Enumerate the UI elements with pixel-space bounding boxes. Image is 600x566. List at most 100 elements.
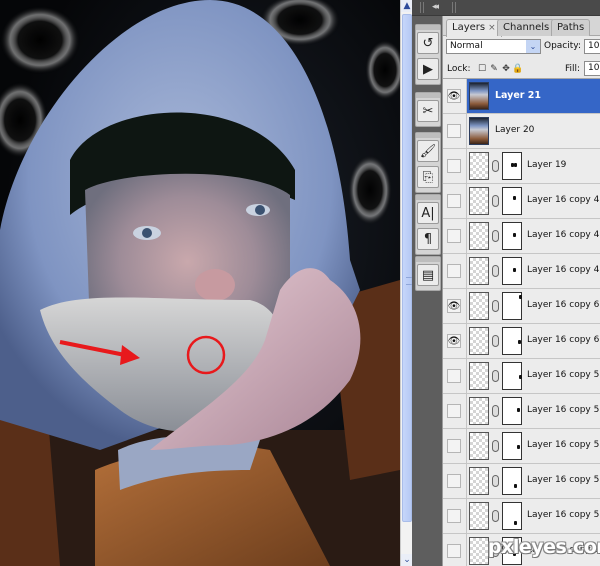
- visibility-toggle[interactable]: [447, 159, 461, 173]
- opacity-input[interactable]: 100%: [584, 39, 600, 54]
- tab-paths[interactable]: Paths: [551, 19, 591, 36]
- layer-mask-thumbnail[interactable]: [502, 327, 522, 355]
- mask-mark: [514, 484, 517, 488]
- layer-thumbnail: [469, 292, 489, 320]
- layer-row[interactable]: Layer 16 copy 57: [443, 429, 600, 464]
- lock-all-icon[interactable]: 🔒: [512, 64, 523, 74]
- chain-link-icon[interactable]: [492, 160, 499, 172]
- tool-group-brushes: 🖌 ⎘: [415, 132, 441, 193]
- tab-label: Channels: [503, 22, 550, 33]
- close-icon[interactable]: ×: [488, 23, 496, 33]
- visibility-toggle[interactable]: [447, 544, 461, 558]
- tool-presets-icon[interactable]: ✂: [417, 100, 439, 122]
- scroll-thumb[interactable]: [402, 14, 412, 522]
- chain-link-icon[interactable]: [492, 265, 499, 277]
- actions-play-icon[interactable]: ▶: [417, 58, 439, 80]
- layer-thumbnail: [469, 327, 489, 355]
- visibility-toggle[interactable]: [447, 124, 461, 138]
- tool-group-history: ↺ ▶: [415, 24, 441, 85]
- visibility-toggle[interactable]: [447, 369, 461, 383]
- visibility-toggle[interactable]: [447, 194, 461, 208]
- layer-name: Layer 16 copy 41: [527, 265, 600, 275]
- chain-link-icon[interactable]: [492, 475, 499, 487]
- portrait-photo: [0, 0, 400, 566]
- character-icon[interactable]: A|: [417, 202, 439, 224]
- chain-link-icon[interactable]: [492, 300, 499, 312]
- visibility-toggle[interactable]: [447, 229, 461, 243]
- layer-mask-thumbnail[interactable]: [502, 257, 522, 285]
- layer-mask-thumbnail[interactable]: [502, 467, 522, 495]
- visibility-toggle[interactable]: [447, 404, 461, 418]
- layer-row[interactable]: Layer 16 copy 42: [443, 219, 600, 254]
- layer-row[interactable]: Layer 16 copy 41: [443, 254, 600, 289]
- blend-mode-select[interactable]: Normal ⌄: [446, 39, 541, 54]
- layer-row[interactable]: 👁 Layer 16 copy 60: [443, 324, 600, 359]
- visibility-toggle[interactable]: [447, 439, 461, 453]
- document-vertical-scrollbar[interactable]: ▲ ⌄: [400, 0, 413, 566]
- panel-tabs: Layers × Channels Paths: [443, 16, 600, 37]
- mask-mark: [513, 196, 516, 200]
- tab-channels[interactable]: Channels: [497, 19, 556, 36]
- layer-comps-icon[interactable]: ▤: [417, 264, 439, 286]
- layer-name: Layer 16 copy 58: [527, 405, 600, 415]
- layer-name: Layer 21: [495, 90, 542, 101]
- layer-row[interactable]: Layer 19: [443, 149, 600, 184]
- layer-row[interactable]: 👁 Layer 21: [443, 79, 600, 114]
- clone-source-icon[interactable]: ⎘: [417, 166, 439, 188]
- chain-link-icon[interactable]: [492, 510, 499, 522]
- visibility-column: [443, 499, 467, 533]
- lock-position-icon[interactable]: ✥: [501, 64, 511, 74]
- layer-thumbnail: [469, 82, 489, 110]
- layer-name: Layer 16 copy 56: [527, 475, 600, 485]
- layer-row[interactable]: Layer 16 copy 56: [443, 464, 600, 499]
- brushes-icon[interactable]: 🖌: [417, 140, 439, 162]
- visibility-column: [443, 534, 467, 566]
- eye-icon[interactable]: 👁: [447, 89, 461, 103]
- tool-group-comps: ▤: [415, 256, 441, 291]
- collapse-panels-icon[interactable]: ◂◂: [432, 2, 439, 12]
- visibility-toggle[interactable]: [447, 509, 461, 523]
- chain-link-icon[interactable]: [492, 440, 499, 452]
- visibility-column: [443, 114, 467, 148]
- history-icon[interactable]: ↺: [417, 32, 439, 54]
- layer-mask-thumbnail[interactable]: [502, 152, 522, 180]
- tab-label: Layers: [452, 22, 486, 33]
- layer-name: Layer 16 copy 43: [527, 195, 600, 205]
- eye-icon[interactable]: 👁: [447, 334, 461, 348]
- chain-link-icon[interactable]: [492, 335, 499, 347]
- layer-mask-thumbnail[interactable]: [502, 362, 522, 390]
- chain-link-icon[interactable]: [492, 370, 499, 382]
- layer-mask-thumbnail[interactable]: [502, 187, 522, 215]
- visibility-toggle[interactable]: [447, 474, 461, 488]
- mask-mark: [517, 408, 520, 412]
- chain-link-icon[interactable]: [492, 405, 499, 417]
- layer-name: Layer 16 copy 59: [527, 370, 600, 380]
- layers-list[interactable]: 👁 Layer 21 Layer 20 Layer 19 Layer 16 copy 4…: [443, 78, 600, 566]
- layer-row[interactable]: 👁 Layer 16 copy 61: [443, 289, 600, 324]
- layer-row[interactable]: Layer 16 copy 55: [443, 499, 600, 534]
- visibility-column: [443, 184, 467, 218]
- layer-mask-thumbnail[interactable]: [502, 292, 522, 320]
- tab-layers[interactable]: Layers ×: [446, 19, 502, 37]
- layer-row[interactable]: Layer 16 copy 43: [443, 184, 600, 219]
- layer-mask-thumbnail[interactable]: [502, 222, 522, 250]
- fill-input[interactable]: 100%: [584, 61, 600, 76]
- layer-mask-thumbnail[interactable]: [502, 432, 522, 460]
- dock-handle[interactable]: [420, 2, 424, 13]
- visibility-column: [443, 429, 467, 463]
- layer-mask-thumbnail[interactable]: [502, 397, 522, 425]
- layer-row[interactable]: Layer 20: [443, 114, 600, 149]
- chain-link-icon[interactable]: [492, 195, 499, 207]
- visibility-toggle[interactable]: [447, 264, 461, 278]
- layer-row[interactable]: Layer 16 copy 58: [443, 394, 600, 429]
- layer-row[interactable]: Layer 16 copy 59: [443, 359, 600, 394]
- lock-transparency-icon[interactable]: ☐: [477, 64, 487, 74]
- lock-image-icon[interactable]: ✎: [489, 64, 499, 74]
- document-canvas[interactable]: [0, 0, 400, 566]
- chain-link-icon[interactable]: [492, 230, 499, 242]
- eye-icon[interactable]: 👁: [447, 299, 461, 313]
- visibility-column: [443, 464, 467, 498]
- layer-mask-thumbnail[interactable]: [502, 502, 522, 530]
- paragraph-icon[interactable]: ¶: [417, 228, 439, 250]
- dock-handle[interactable]: [452, 2, 456, 13]
